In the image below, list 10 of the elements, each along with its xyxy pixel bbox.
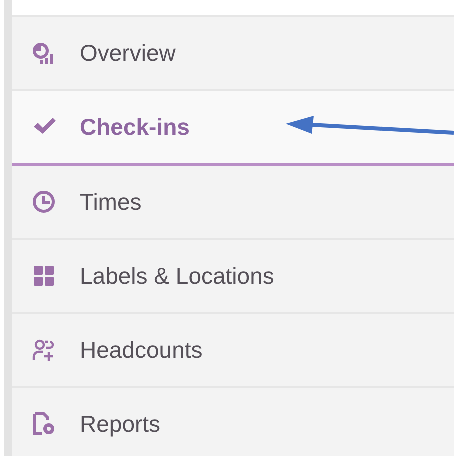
people-plus-icon bbox=[32, 338, 56, 362]
menu-item[interactable]: Headcounts bbox=[12, 314, 454, 388]
menu-item[interactable]: Check-ins bbox=[12, 91, 454, 166]
menu-item[interactable]: Times bbox=[12, 166, 454, 240]
pie-chart-icon bbox=[32, 41, 56, 65]
grid-icon bbox=[32, 264, 56, 288]
document-gear-icon bbox=[32, 412, 56, 436]
clock-icon bbox=[32, 190, 56, 214]
menu-item[interactable]: Labels & Locations bbox=[12, 240, 454, 314]
menu-item[interactable]: Reports bbox=[12, 388, 454, 456]
